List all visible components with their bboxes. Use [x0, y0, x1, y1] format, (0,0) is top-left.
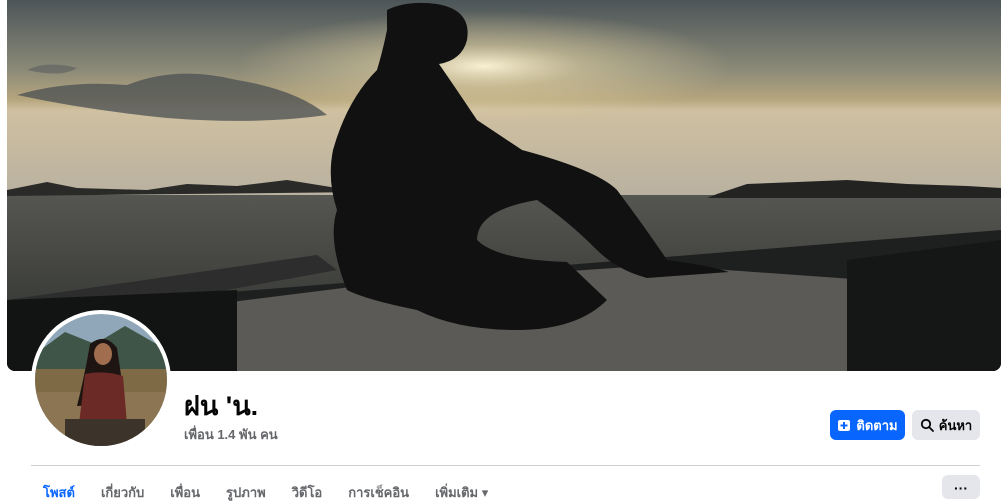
profile-tabs: โพสต์ เกี่ยวกับ เพื่อน รูปภาพ วิดีโอ การ…: [31, 476, 502, 500]
follow-button[interactable]: ติดตาม: [830, 410, 905, 440]
search-button[interactable]: ค้นหา: [912, 410, 980, 440]
tab-posts[interactable]: โพสต์: [31, 476, 89, 500]
tab-videos[interactable]: วิดีโอ: [280, 476, 337, 500]
search-icon: [920, 418, 934, 432]
cover-photo[interactable]: [7, 0, 1001, 371]
friends-count[interactable]: เพื่อน 1.4 พัน คน: [184, 424, 278, 445]
tab-more[interactable]: เพิ่มเติม ▾: [423, 476, 502, 500]
follow-label: ติดตาม: [856, 417, 898, 433]
tab-friends[interactable]: เพื่อน: [158, 476, 214, 500]
tab-checkins[interactable]: การเช็คอิน: [336, 476, 423, 500]
search-label: ค้นหา: [938, 417, 973, 433]
divider: [31, 465, 980, 466]
profile-name: ฝน 'น.: [184, 391, 259, 421]
tab-photos[interactable]: รูปภาพ: [214, 476, 280, 500]
tab-about[interactable]: เกี่ยวกับ: [89, 476, 158, 500]
follow-plus-icon: [837, 418, 851, 432]
more-options-button[interactable]: ···: [942, 475, 980, 499]
profile-avatar[interactable]: [31, 310, 171, 450]
